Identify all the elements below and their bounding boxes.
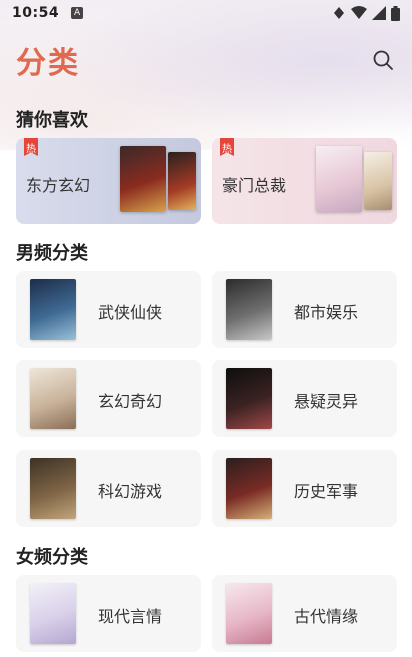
search-icon — [373, 50, 393, 70]
book-cover-image — [168, 152, 196, 210]
status-icons — [332, 5, 400, 21]
category-label: 武侠仙侠 — [98, 303, 163, 322]
signal-dot-icon — [334, 7, 344, 19]
category-label: 科幻游戏 — [98, 482, 163, 501]
category-label: 玄幻奇幻 — [98, 392, 163, 411]
book-cover-image — [30, 279, 76, 340]
book-cover-image — [226, 583, 272, 644]
category-history-military[interactable]: 历史军事 — [212, 450, 397, 527]
category-label: 古代情缘 — [294, 607, 359, 626]
hot-badge: 热 — [220, 138, 234, 156]
book-cover-image — [120, 146, 166, 212]
book-cover-image — [30, 458, 76, 519]
notification-icon: A — [71, 7, 84, 19]
guess-card-eastern-fantasy[interactable]: 热 东方玄幻 — [16, 138, 201, 224]
category-scifi-gaming[interactable]: 科幻游戏 — [16, 450, 201, 527]
category-label: 都市娱乐 — [294, 303, 359, 322]
category-xuanhuan-fantasy[interactable]: 玄幻奇幻 — [16, 360, 201, 437]
hot-badge: 热 — [24, 138, 38, 156]
battery-icon — [391, 5, 400, 21]
category-label: 悬疑灵异 — [294, 392, 359, 411]
guess-card-ceo-romance[interactable]: 热 豪门总裁 — [212, 138, 397, 224]
category-urban-entertainment[interactable]: 都市娱乐 — [212, 271, 397, 348]
page-header: 分类 — [16, 40, 396, 81]
category-label: 历史军事 — [294, 482, 359, 501]
search-button[interactable] — [370, 47, 396, 73]
book-cover-image — [226, 458, 272, 519]
section-title-guess: 猜你喜欢 — [16, 110, 88, 131]
page-title: 分类 — [16, 46, 80, 81]
category-wuxia-xianxia[interactable]: 武侠仙侠 — [16, 271, 201, 348]
section-title-male: 男频分类 — [16, 243, 88, 264]
book-cover-image — [226, 279, 272, 340]
wifi-icon — [351, 6, 367, 19]
book-cover-image — [364, 152, 392, 210]
guess-card-label: 东方玄幻 — [26, 176, 91, 195]
category-suspense-supernatural[interactable]: 悬疑灵异 — [212, 360, 397, 437]
book-cover-image — [30, 368, 76, 429]
category-label: 现代言情 — [98, 607, 163, 626]
category-modern-romance[interactable]: 现代言情 — [16, 575, 201, 652]
status-bar: 10:54 A — [0, 0, 412, 26]
status-time: 10:54 — [12, 5, 60, 21]
book-cover-image — [226, 368, 272, 429]
category-ancient-romance[interactable]: 古代情缘 — [212, 575, 397, 652]
guess-card-label: 豪门总裁 — [222, 176, 287, 195]
section-title-female: 女频分类 — [16, 547, 88, 568]
book-cover-image — [30, 583, 76, 644]
cell-signal-icon — [372, 6, 386, 20]
book-cover-image — [316, 146, 362, 212]
